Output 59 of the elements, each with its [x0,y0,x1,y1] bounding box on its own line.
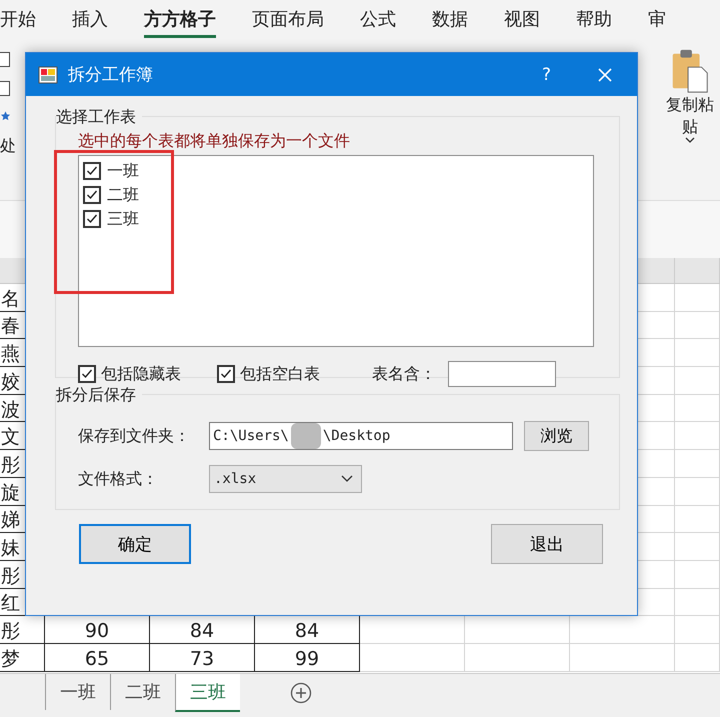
ribbon-tab[interactable]: 视图 [504,2,540,38]
checkbox[interactable] [83,210,101,228]
window-title: 拆分工作簿 [68,64,154,86]
format-dropdown[interactable]: .xlsx [209,465,362,493]
checkbox[interactable] [0,81,10,96]
table-cell [675,422,720,450]
star-icon [0,110,11,122]
table-cell: 65 [45,644,150,672]
checkbox[interactable] [78,365,96,383]
ribbon-tab[interactable]: 公式 [360,2,396,38]
input-field[interactable] [448,361,556,387]
table-cell: 梦 [0,644,45,672]
ribbon-tab[interactable]: 帮助 [576,2,612,38]
checkbox[interactable] [83,162,101,180]
app-icon [38,64,58,84]
ribbon-tab[interactable]: 审 [648,2,666,38]
ribbon-tab[interactable]: 数据 [432,2,468,38]
table-cell [675,478,720,506]
dialog-button[interactable]: 退出 [491,524,603,564]
checkbox[interactable] [0,52,10,67]
table-cell [675,339,720,368]
option-label[interactable]: 包括空白表 [240,364,320,384]
table-cell: 73 [150,644,255,672]
checkbox[interactable] [217,365,235,383]
table-cell [675,588,720,616]
paste-button[interactable]: 复制粘贴 [660,40,720,200]
hint-text: 选中的每个表都将单独保存为一个文件 [78,131,351,152]
sheet-name[interactable]: 二班 [107,184,139,206]
ribbon-tab[interactable]: 开始 [0,2,36,38]
table-cell [675,560,720,589]
add-sheet-icon[interactable] [290,682,312,704]
caret-icon [685,137,695,144]
option-label[interactable]: 包括隐藏表 [101,364,181,384]
field-label: 保存到文件夹： [78,426,191,446]
table-cell: 99 [255,644,360,672]
sheet-name[interactable]: 一班 [107,160,139,182]
ribbon-tab[interactable]: 插入 [72,2,108,38]
table-cell [675,533,720,561]
dialog-button[interactable]: 确定 [79,524,191,564]
browse-button[interactable]: 浏览 [524,421,589,451]
field-label: 文件格式： [78,468,159,490]
table-cell [675,312,720,340]
ribbon-tab[interactable]: 页面布局 [252,2,324,38]
field-label: 表名含： [372,364,436,384]
group-label: 处 [0,136,16,157]
input-field[interactable]: C:\Users\ \Desktop [209,422,513,450]
close-icon[interactable] [597,66,613,82]
table-cell [675,394,720,422]
table-cell [675,450,720,478]
checkbox[interactable] [83,186,101,204]
caret-icon [341,475,353,483]
clipboard-icon [670,48,710,94]
table-cell [675,616,720,644]
table-cell [675,506,720,534]
table-cell [675,367,720,395]
help-button[interactable]: ? [542,64,551,84]
sheet-tab[interactable]: 三班 [175,674,240,712]
sheet-tab[interactable]: 一班 [45,674,110,710]
sheet-name[interactable]: 三班 [107,208,139,230]
